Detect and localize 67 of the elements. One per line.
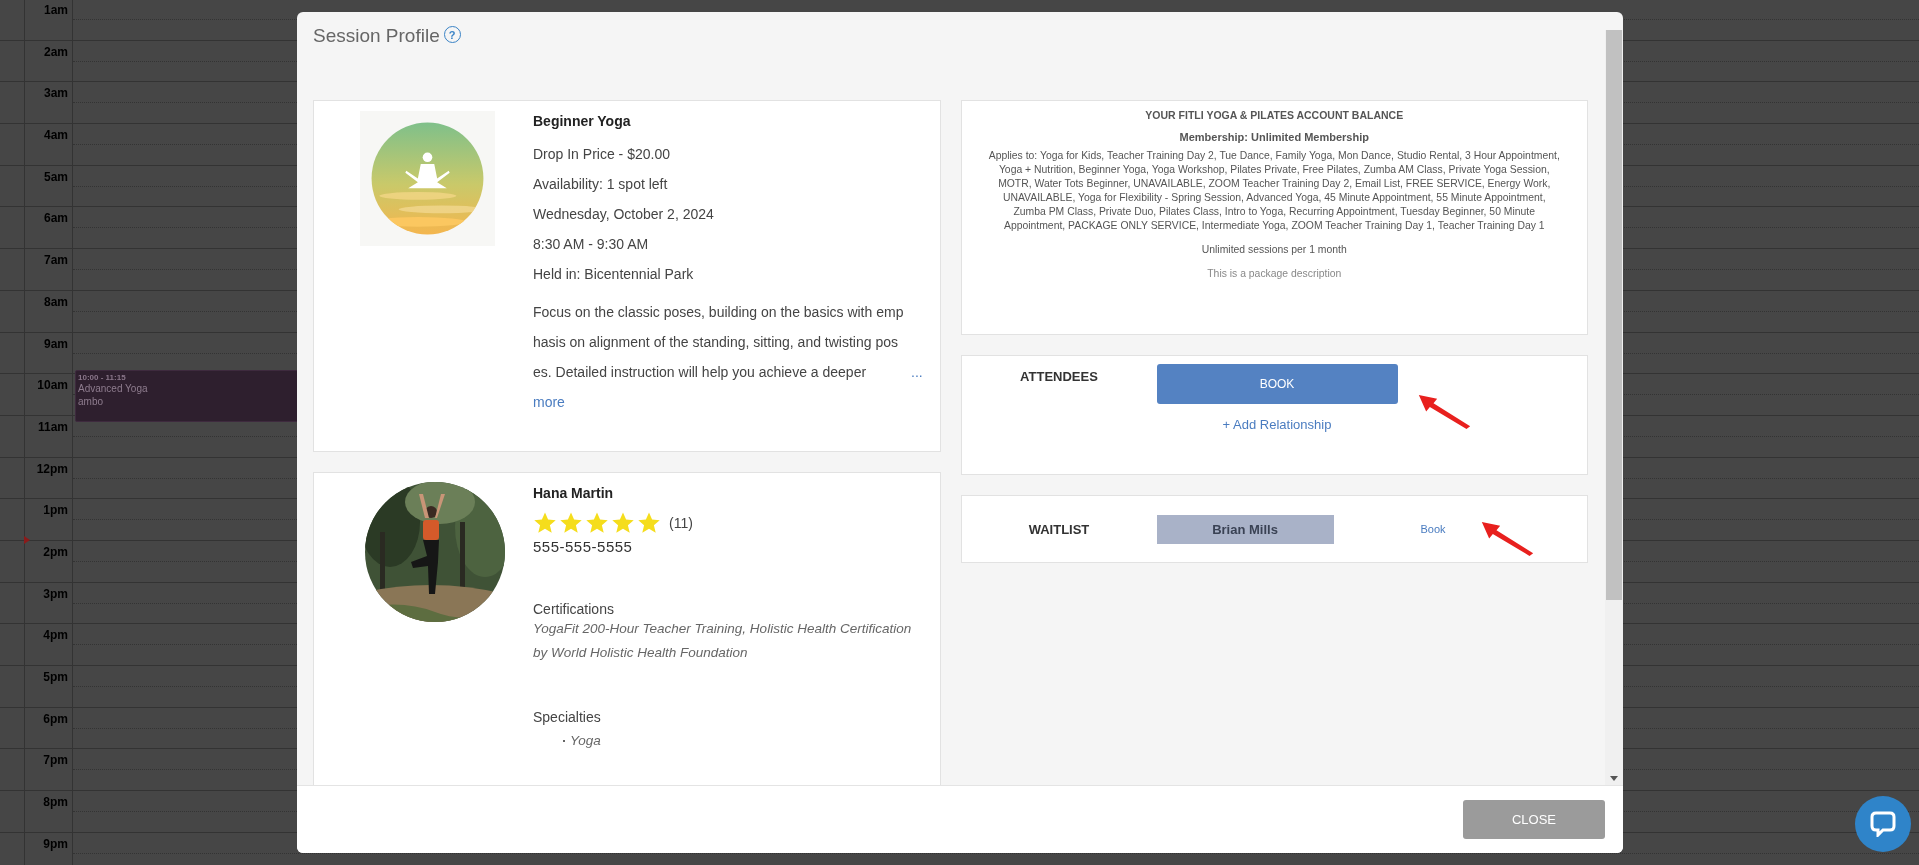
- calendar-event[interactable]: 10:00 - 11:15 Advanced Yoga ambo: [75, 370, 300, 422]
- hour-label: 1pm: [43, 503, 68, 518]
- specialties-label: Specialties: [533, 709, 602, 725]
- package-description: This is a package description: [1206, 267, 1343, 281]
- waitlist-label: WAITLIST: [1027, 521, 1091, 537]
- balance-heading: YOUR FITLI YOGA & PILATES ACCOUNT BALANCE: [1144, 109, 1405, 121]
- membership-name: Membership: Unlimited Membership: [1178, 131, 1370, 143]
- hour-label: 8pm: [43, 795, 68, 810]
- close-button[interactable]: CLOSE: [1463, 800, 1605, 839]
- certifications-label: Certifications: [533, 601, 615, 617]
- chat-button[interactable]: [1855, 796, 1911, 852]
- star-icon: [637, 511, 661, 535]
- book-link[interactable]: Book: [1420, 523, 1446, 535]
- attendees-label: ATTENDEES: [1019, 368, 1099, 386]
- hour-label: 9am: [43, 336, 68, 351]
- event-subtitle: ambo: [78, 395, 104, 408]
- review-count: (11): [669, 515, 693, 531]
- sessions-text: Unlimited sessions per 1 month: [1200, 243, 1348, 257]
- hour-label: 9pm: [43, 836, 68, 851]
- session-title: Beginner Yoga: [533, 113, 632, 129]
- chat-icon: [1870, 811, 1896, 837]
- star-icon: [559, 511, 583, 535]
- hour-label: 7am: [43, 253, 68, 268]
- event-time: 10:00 - 11:15: [78, 373, 127, 382]
- pointer-arrow-icon: [1480, 520, 1535, 557]
- hour-label: 1am: [43, 3, 68, 17]
- hour-label: 3am: [43, 86, 68, 101]
- hour-label: 2pm: [43, 544, 68, 559]
- hour-label: 10am: [37, 378, 68, 393]
- hour-label: 5pm: [43, 670, 68, 684]
- more-link[interactable]: more: [533, 387, 565, 417]
- now-marker-icon: [24, 536, 30, 544]
- certifications-text: YogaFit 200-Hour Teacher Training, Holistic Health Certification by World Holistic Health Foundation: [533, 620, 913, 662]
- add-relationship-link[interactable]: + Add Relationship: [1222, 417, 1332, 432]
- hour-label: 2am: [43, 44, 68, 59]
- star-icon: [533, 511, 557, 535]
- waitlist-person: Brian Mills: [1156, 514, 1334, 544]
- session-description: Focus on the classic poses, building on the basics with emphasis on alignment of the standing, sitting, and twisting poses. Detailed instruction will help you achieve a deeper: [533, 303, 905, 382]
- hour-label: 4am: [43, 128, 68, 143]
- scrollbar-thumb[interactable]: [1606, 30, 1622, 600]
- star-icon: [585, 511, 609, 535]
- modal-title: Session Profile: [313, 25, 440, 47]
- scrollbar[interactable]: [1605, 30, 1623, 785]
- ellipsis-link[interactable]: ...: [911, 357, 923, 387]
- specialty-item: Yoga: [570, 732, 601, 750]
- hour-label: 6am: [43, 211, 68, 226]
- hour-label: 3pm: [43, 586, 68, 601]
- book-button[interactable]: BOOK: [1156, 364, 1398, 404]
- session-detail: Held in: Bicentennial Park: [533, 265, 695, 284]
- hour-label: 8am: [43, 294, 68, 309]
- session-detail: Wednesday, October 2, 2024: [533, 205, 715, 224]
- session-detail: Drop In Price - $20.00: [533, 145, 671, 164]
- pointer-arrow-icon: [1417, 393, 1472, 430]
- session-detail: Availability: 1 spot left: [533, 175, 669, 194]
- hour-label: 11am: [37, 419, 68, 434]
- hour-label: 4pm: [43, 628, 68, 643]
- hour-label: 12pm: [36, 461, 68, 476]
- instructor-name: Hana Martin: [533, 485, 615, 501]
- star-icon: [611, 511, 635, 535]
- phone-number: 555-555-5555: [533, 538, 634, 555]
- session-detail: 8:30 AM - 9:30 AM: [533, 235, 650, 254]
- hour-label: 7pm: [43, 753, 68, 768]
- hour-label: 6pm: [43, 711, 68, 726]
- applies-to-text: Applies to: Yoga for Kids, Teacher Training Day 2, Tue Dance, Family Yoga, Mon Dance, Studio Rental, 3 Hour Appointment, Yoga + Nutrition, Beginner Yoga, Yoga Workshop, Pilates Private, Free Pilates, Zumba AM Class, Private Yoga Session, MOTR, Water Tots Beginner, UNAVAILABLE, ZOOM Teacher Training Day 2, Email List, FREE SERVICE, Energy Work, UNAVAILABLE, Yoga for Flexibility - Spring Session, Advanced Yoga, 45 Minute Appointment, 55 Minute Appointment, Zumba PM Class, Private Duo, Pilates Class, Intro to Yoga, Recurring Appointment, Tuesday Beginner, 50 Minute Appointment, PACKAGE ONLY SERVICE, Intermediate Yoga, ZOOM Teacher Training Day 1, Teacher Training Day 1: [987, 149, 1561, 233]
- event-title: Advanced Yoga: [78, 382, 149, 395]
- hour-label: 5am: [43, 169, 68, 184]
- scroll-down-icon[interactable]: [1610, 776, 1618, 781]
